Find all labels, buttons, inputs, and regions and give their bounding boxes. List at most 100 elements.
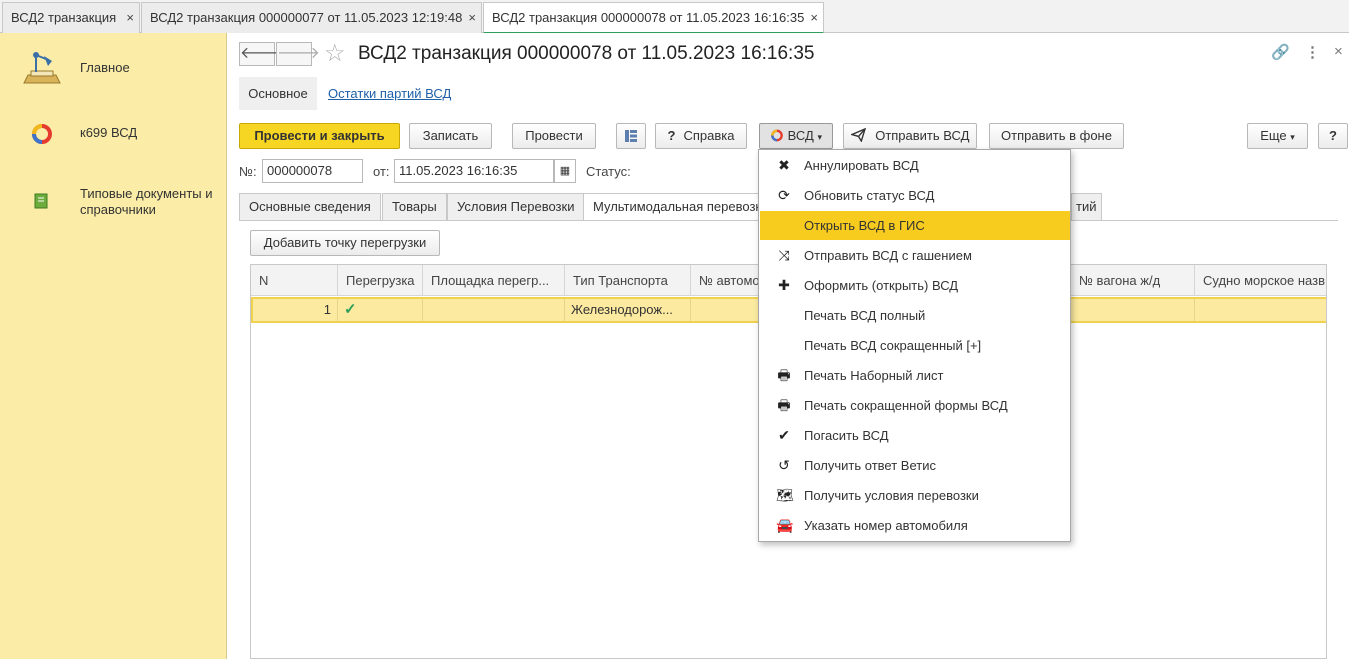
menu-item-get-transport-conditions[interactable]: 🗺 Получить условия перевозки [760, 481, 1070, 510]
date-field[interactable]: 11.05.2023 16:16:35 [394, 159, 554, 183]
menu-item-open-in-gis[interactable]: Открыть ВСД в ГИС [760, 211, 1070, 240]
back-button[interactable]: 🡐 [239, 42, 283, 66]
menu-item-label: Печать сокращенной формы ВСД [804, 398, 1008, 413]
window-tab-vsd2-78[interactable]: ВСД2 транзакция 000000078 от 11.05.2023 … [483, 2, 824, 34]
menu-item-label: Получить условия перевозки [804, 488, 979, 503]
window-tab-vsd2-list[interactable]: ВСД2 транзакция × [2, 2, 140, 33]
structure-button[interactable] [616, 123, 646, 149]
menu-item-redeem[interactable]: ✔ Погасить ВСД [760, 421, 1070, 450]
menu-item-label: Аннулировать ВСД [804, 158, 919, 173]
printer-icon: 🖶 [777, 397, 791, 413]
checkmark-icon[interactable]: ✓ [338, 299, 423, 321]
vsd-menu-button[interactable]: ВСД ▾ [759, 123, 833, 149]
close-icon[interactable]: × [468, 3, 476, 32]
cell-site [423, 299, 565, 321]
sidebar-item-docs[interactable]: Типовые документы и справочники [0, 183, 227, 223]
column-header[interactable]: N [251, 265, 338, 296]
checkmark-icon: ✔ [778, 427, 790, 443]
menu-item-label: Оформить (открыть) ВСД [804, 278, 959, 293]
cell-ship [1195, 299, 1326, 321]
sidebar-item-main[interactable]: Главное [0, 43, 227, 93]
post-and-close-button[interactable]: Провести и закрыть [239, 123, 400, 149]
menu-item-refresh-status[interactable]: ⟳ Обновить статус ВСД [760, 181, 1070, 210]
menu-item-issue[interactable]: ✚ Оформить (открыть) ВСД [760, 271, 1070, 300]
desk-lamp-icon [22, 45, 62, 90]
menu-item-get-vetis-answer[interactable]: ↺ Получить ответ Ветис [760, 451, 1070, 480]
vsd-menu-label: ВСД [787, 128, 814, 143]
menu-item-label: Печать ВСД полный [804, 308, 926, 323]
window-tab-label: ВСД2 транзакция 000000078 от 11.05.2023 … [492, 10, 805, 25]
menu-item-label: Печать ВСД сокращенный [+] [804, 338, 982, 353]
add-reload-point-button[interactable]: Добавить точку перегрузки [250, 230, 440, 256]
tab-main-info[interactable]: Основные сведения [239, 193, 381, 220]
post-button[interactable]: Провести [512, 123, 596, 149]
column-header[interactable]: Перегрузка [338, 265, 423, 296]
menu-item-label: Обновить статус ВСД [804, 188, 935, 203]
more-vertical-icon[interactable]: ⋮ [1305, 43, 1320, 61]
tab-multimodal[interactable]: Мультимодальная перевозка [583, 193, 761, 221]
menu-item-set-car-number[interactable]: 🚘 Указать номер автомобиля [760, 511, 1070, 540]
close-icon[interactable]: × [810, 3, 818, 32]
column-header[interactable]: Площадка перегр... [423, 265, 565, 296]
green-book-icon [34, 193, 48, 212]
number-field[interactable]: 000000078 [262, 159, 363, 183]
column-header[interactable]: Судно морское назв [1195, 265, 1326, 296]
question-icon: ? [667, 128, 676, 143]
close-icon[interactable]: × [126, 3, 134, 32]
hierarchy-icon [624, 130, 638, 146]
subnav-main[interactable]: Основное [239, 77, 317, 110]
vetis-logo-icon [770, 128, 788, 143]
menu-item-label: Отправить ВСД с гашением [804, 248, 972, 263]
tab-transport-conditions[interactable]: Условия Перевозки [447, 193, 585, 220]
column-header[interactable]: Тип Транспорта [565, 265, 691, 296]
sidebar-item-vsd[interactable]: к699 ВСД [0, 118, 227, 158]
sidebar-item-label: Типовые документы и справочники [80, 186, 213, 217]
link-icon[interactable]: 🔗 [1271, 43, 1290, 61]
window-tab-label: ВСД2 транзакция [11, 10, 117, 25]
forward-button[interactable]: 🡒 [276, 42, 320, 66]
send-background-button[interactable]: Отправить в фоне [989, 123, 1124, 149]
status-label: Статус: [586, 164, 631, 179]
refresh-icon: ⟳ [778, 187, 790, 203]
menu-item-label: Погасить ВСД [804, 428, 889, 443]
send-vsd-label: Отправить ВСД [875, 128, 970, 143]
menu-item-print-full[interactable]: Печать ВСД полный [760, 301, 1070, 330]
tab-hidden[interactable]: тий [1071, 193, 1102, 220]
star-icon[interactable]: ☆ [324, 39, 346, 68]
chevron-down-icon: ▾ [817, 132, 822, 142]
menu-item-print-pick-list[interactable]: 🖶 Печать Наборный лист [760, 361, 1070, 390]
window-tab-vsd2-77[interactable]: ВСД2 транзакция 000000077 от 11.05.2023 … [141, 2, 482, 33]
menu-item-print-short[interactable]: Печать ВСД сокращенный [+] [760, 331, 1070, 360]
help-label: Справка [683, 128, 735, 143]
sidebar-item-label: к699 ВСД [80, 125, 138, 140]
map-icon: 🗺 [776, 487, 794, 503]
calendar-icon[interactable]: ▦ [554, 159, 576, 183]
more-button[interactable]: Еще ▾ [1247, 123, 1308, 149]
menu-item-print-short-form[interactable]: 🖶 Печать сокращенной формы ВСД [760, 391, 1070, 420]
help-button[interactable]: ? Справка [655, 123, 747, 149]
subnav-link-batches[interactable]: Остатки партий ВСД [328, 86, 451, 101]
printer-icon: 🖶 [777, 367, 791, 383]
save-button[interactable]: Записать [409, 123, 492, 149]
cell-wagon [1071, 299, 1195, 321]
chevron-down-icon: ▾ [1290, 132, 1295, 142]
menu-item-send-with-redeem[interactable]: ⤨ Отправить ВСД с гашением [760, 241, 1070, 270]
shuffle-icon: ⤨ [778, 247, 790, 263]
more-label: Еще [1260, 128, 1287, 143]
menu-item-annul[interactable]: ✖ Аннулировать ВСД [760, 151, 1070, 180]
menu-item-label: Печать Наборный лист [804, 368, 944, 383]
tab-goods[interactable]: Товары [382, 193, 447, 220]
vetis-logo-icon [30, 123, 54, 148]
send-vsd-button[interactable]: Отправить ВСД [843, 123, 977, 149]
cell-n: 1 [253, 299, 338, 321]
window-tab-strip: ВСД2 транзакция × ВСД2 транзакция 000000… [0, 0, 1349, 34]
paper-plane-icon [849, 127, 876, 143]
plus-icon: ✚ [778, 277, 790, 293]
sidebar: Главное к699 ВСД Типовые документы и спр… [0, 33, 227, 659]
help-question-button[interactable]: ? [1318, 123, 1348, 149]
car-icon: 🚘 [776, 517, 794, 533]
date-label: от: [373, 164, 390, 179]
column-header[interactable]: № вагона ж/д [1071, 265, 1195, 296]
close-icon[interactable]: × [1334, 43, 1343, 60]
cell-transport: Железнодорож... [565, 299, 691, 321]
